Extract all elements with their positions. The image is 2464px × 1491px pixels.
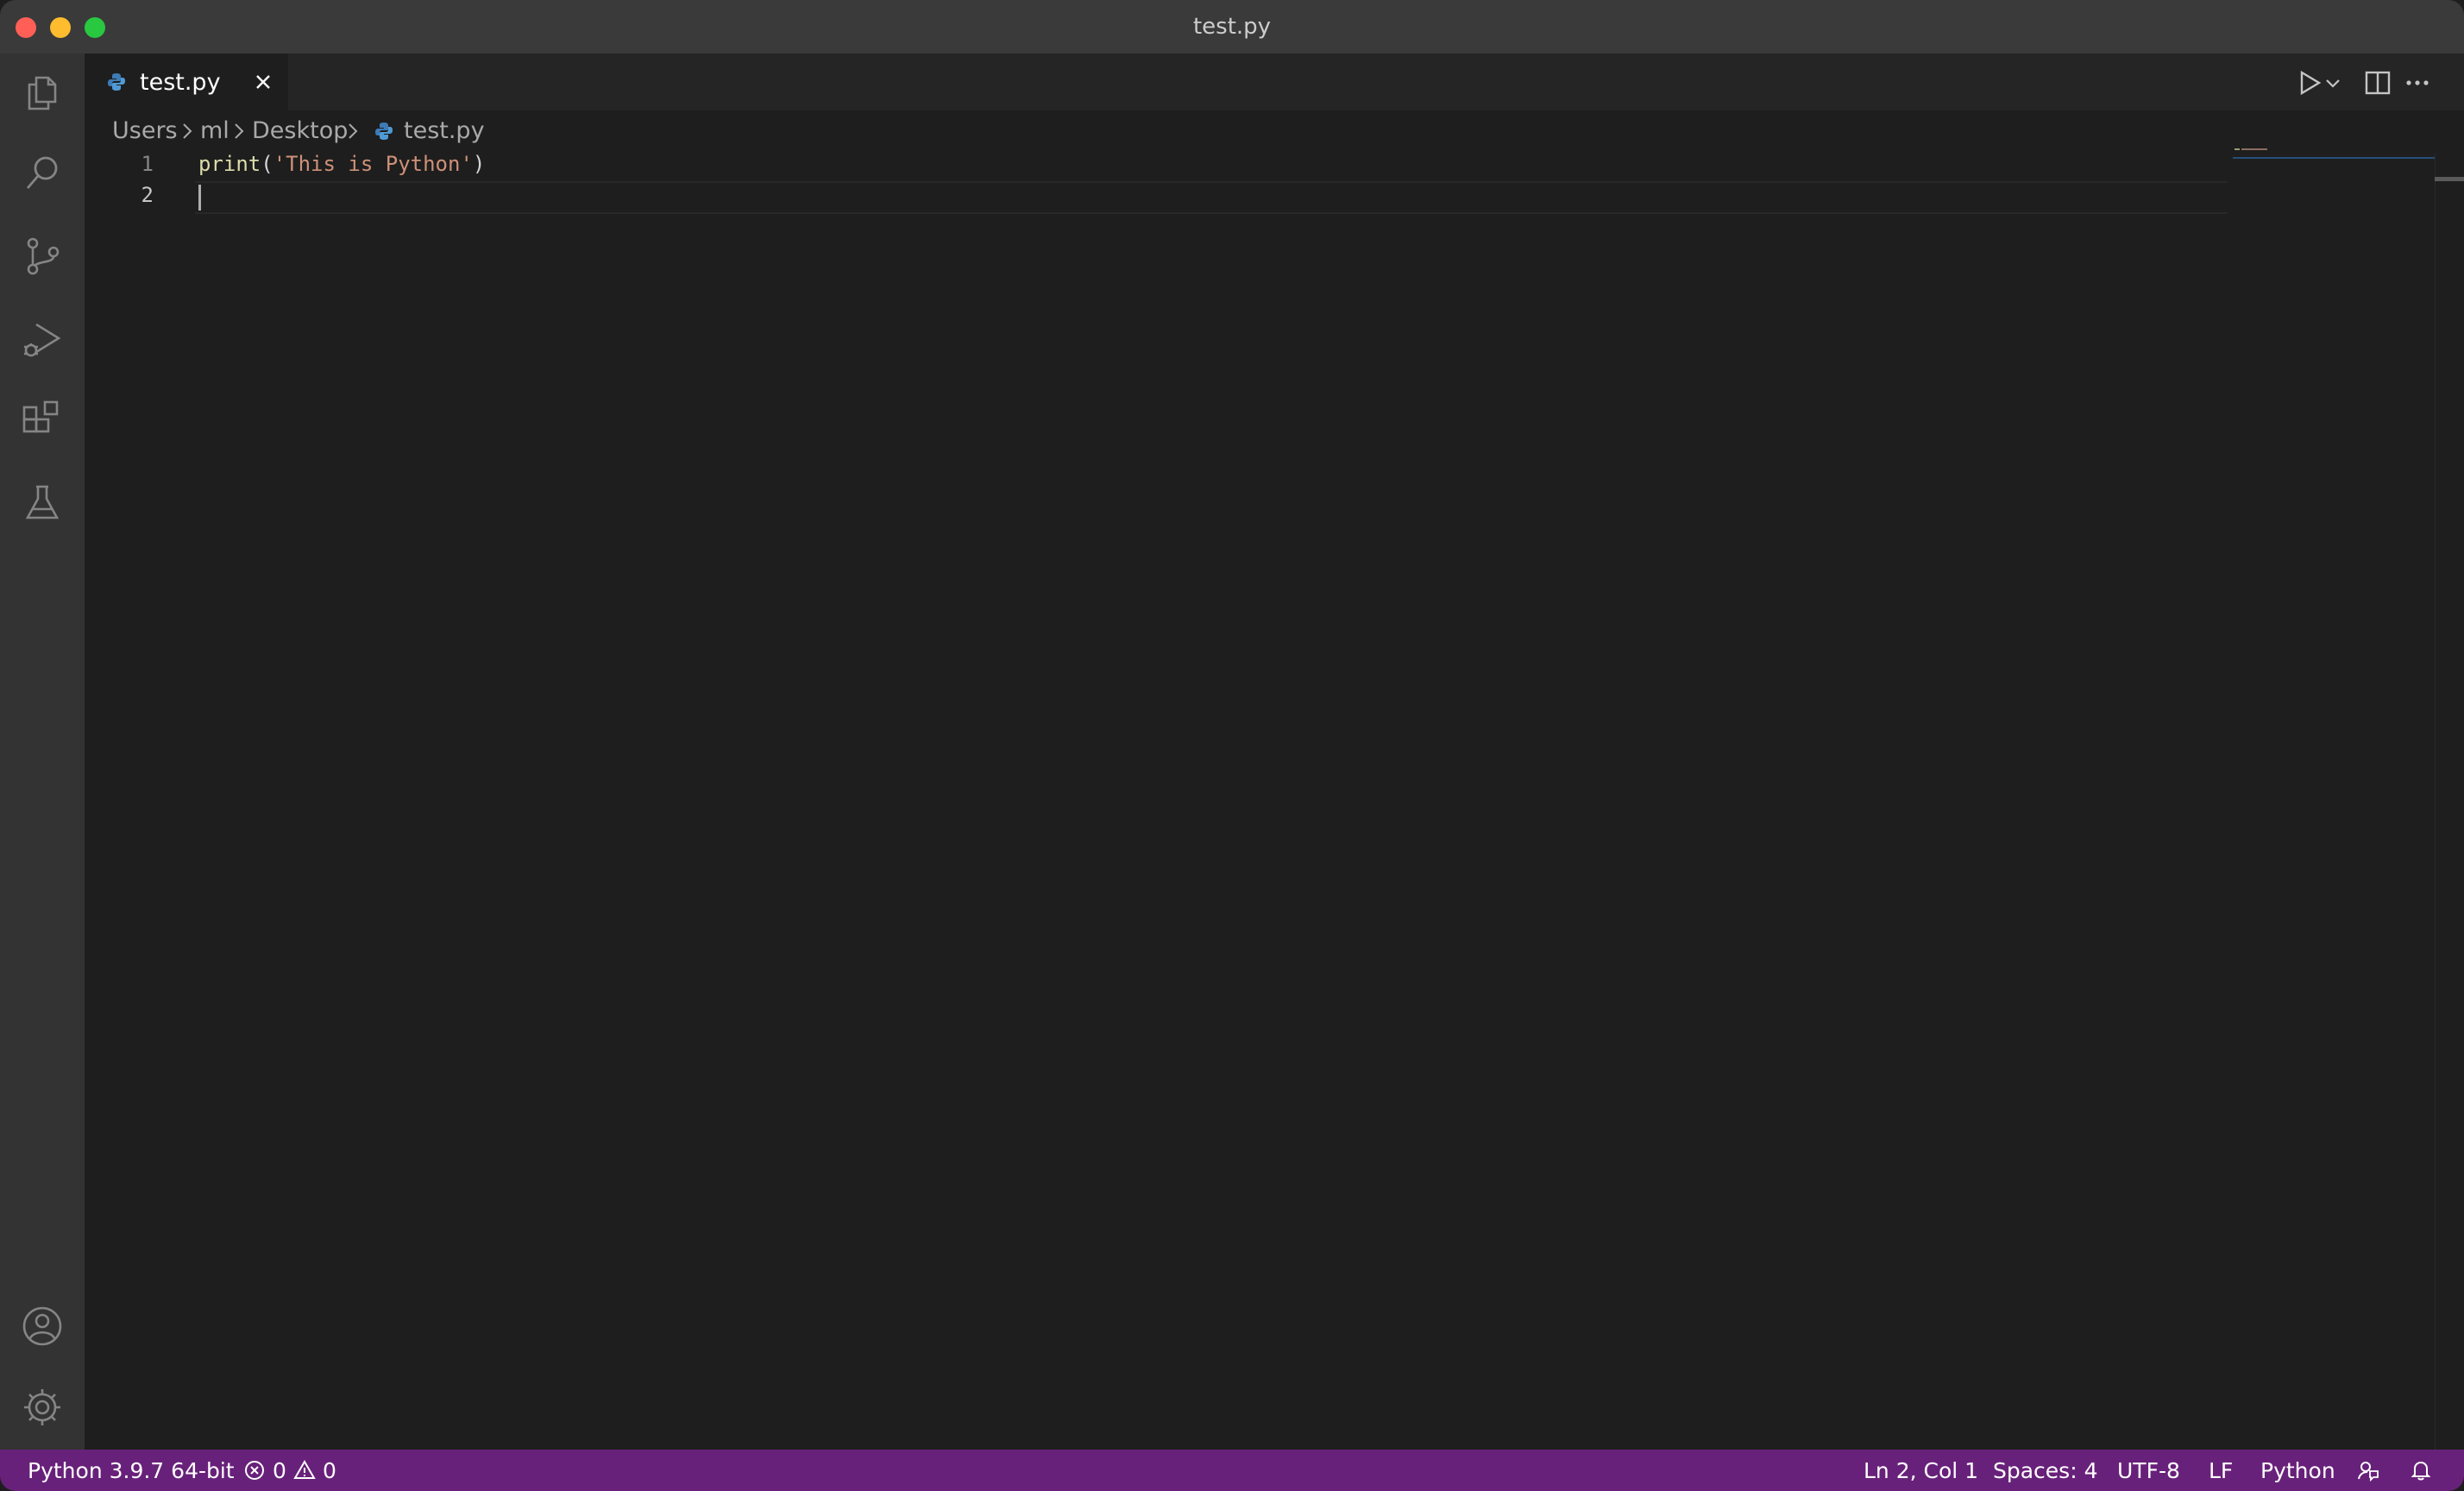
window-title: test.py <box>1192 14 1272 40</box>
text-cursor <box>198 185 201 211</box>
warning-count[interactable]: 0 <box>323 1458 336 1483</box>
gear-icon[interactable] <box>21 1386 64 1429</box>
chevron-right-icon <box>235 123 244 139</box>
testing-icon[interactable] <box>21 481 64 525</box>
error-count[interactable]: 0 <box>273 1458 286 1483</box>
editor-tabs-bar: test.py <box>85 53 2464 112</box>
feedback-icon[interactable] <box>2357 1459 2379 1482</box>
run-python-file-icon[interactable] <box>2291 66 2326 100</box>
token-paren-open: ( <box>261 152 273 176</box>
language-mode[interactable]: Python <box>2260 1458 2335 1483</box>
notifications-bell-icon[interactable] <box>2410 1459 2432 1482</box>
indentation-setting[interactable]: Spaces: 4 <box>1993 1458 2097 1483</box>
error-icon[interactable] <box>243 1459 266 1482</box>
encoding-setting[interactable]: UTF-8 <box>2117 1458 2180 1483</box>
status-bar: Python 3.9.7 64-bit 0 0 Ln 2, Col 1 Spac… <box>0 1450 2464 1491</box>
explorer-icon[interactable] <box>21 71 64 114</box>
breadcrumb-item-ml[interactable]: ml <box>200 117 229 144</box>
current-line-highlight <box>195 181 2228 214</box>
run-debug-icon[interactable] <box>21 318 64 361</box>
tab-label: test.py <box>140 69 221 96</box>
breadcrumb-item-desktop[interactable]: Desktop <box>252 117 348 144</box>
end-of-line-setting[interactable]: LF <box>2209 1458 2233 1483</box>
chevron-down-icon[interactable] <box>2323 66 2343 100</box>
token-function: print <box>198 152 261 176</box>
python-icon <box>375 123 393 140</box>
breadcrumb: Users ml Desktop test.py <box>85 110 2464 154</box>
source-control-icon[interactable] <box>21 235 64 278</box>
token-string: 'This is Python' <box>273 152 473 176</box>
tab-test-py[interactable]: test.py <box>85 53 288 112</box>
extensions-icon[interactable] <box>21 399 64 442</box>
breadcrumb-item-file[interactable]: test.py <box>404 117 485 144</box>
line-number: 2 <box>141 183 154 207</box>
minimap-viewport <box>2233 152 2440 159</box>
split-editor-icon[interactable] <box>2360 66 2395 100</box>
more-actions-icon[interactable] <box>2400 66 2435 100</box>
chevron-right-icon <box>183 123 192 139</box>
vertical-scrollbar[interactable] <box>2435 154 2464 1450</box>
chevron-right-icon <box>349 123 358 139</box>
warning-icon[interactable] <box>293 1459 316 1482</box>
token-paren-close: ) <box>472 152 486 176</box>
scrollbar-cursor-marker <box>2435 177 2464 181</box>
python-icon <box>108 73 125 91</box>
activity-bar <box>0 53 85 1450</box>
breadcrumb-item-users[interactable]: Users <box>112 117 178 144</box>
account-icon[interactable] <box>21 1305 64 1348</box>
vscode-window: test.py test.py Users ml Desktop test.py… <box>0 0 2464 1491</box>
close-icon[interactable] <box>248 67 278 97</box>
title-bar: test.py <box>0 0 2464 54</box>
python-interpreter-selector[interactable]: Python 3.9.7 64-bit <box>28 1458 235 1483</box>
cursor-position[interactable]: Ln 2, Col 1 <box>1864 1458 1978 1483</box>
code-line-1[interactable]: print('This is Python') <box>198 152 485 176</box>
line-number: 1 <box>141 152 154 176</box>
code-editor[interactable]: 1 2 print('This is Python') <box>85 152 2228 1450</box>
search-icon[interactable] <box>21 152 64 195</box>
